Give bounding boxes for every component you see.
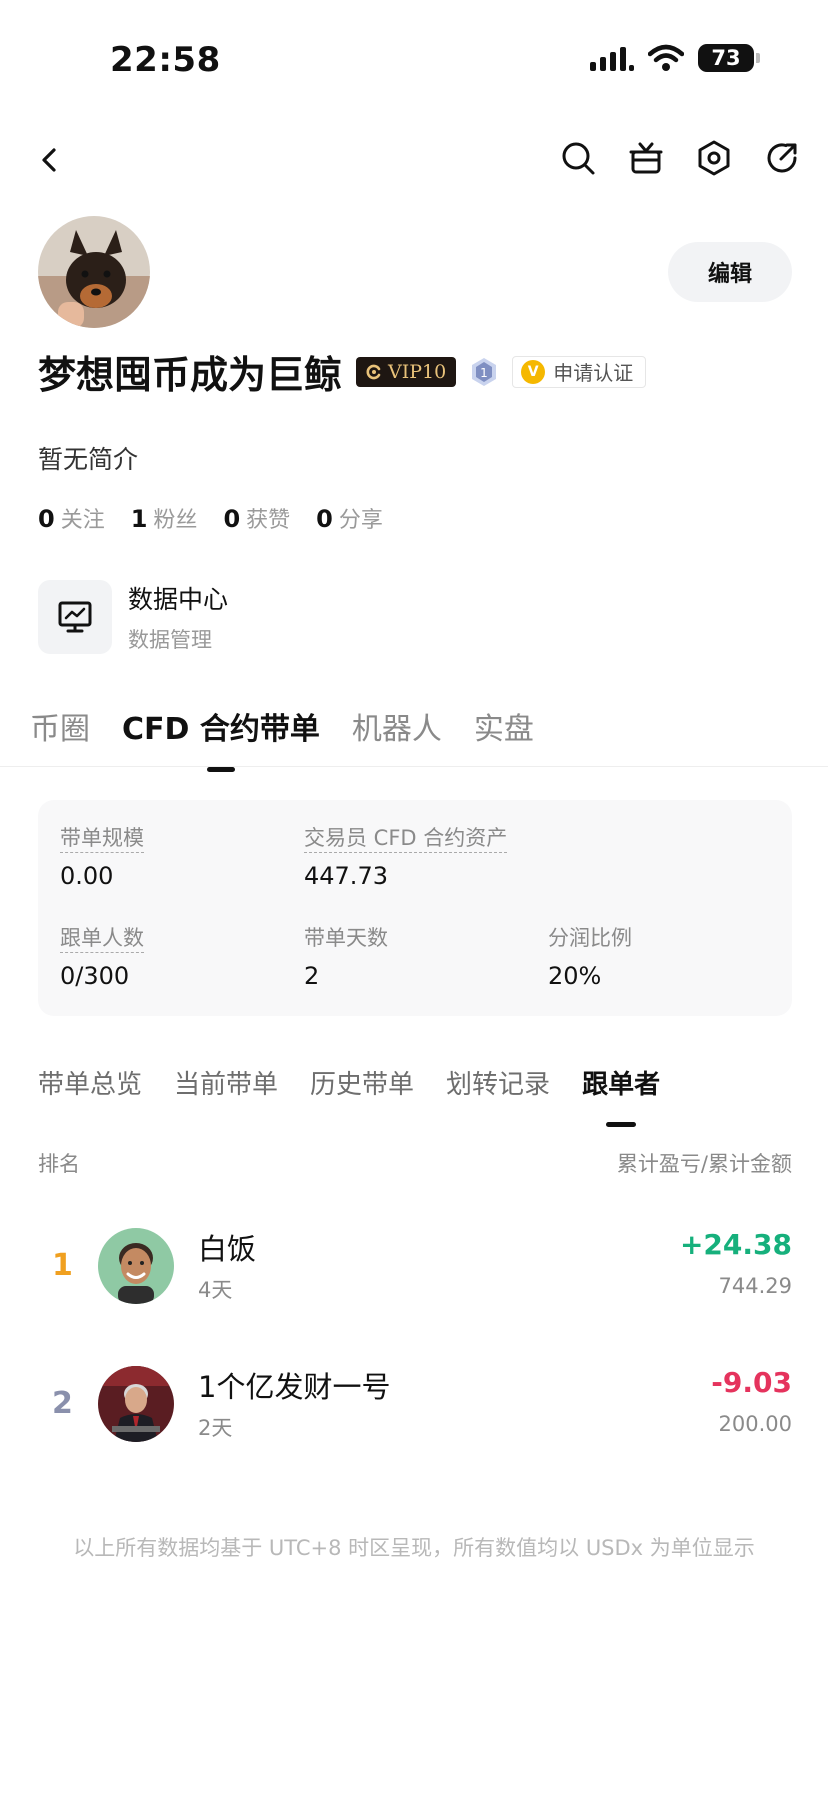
follower-name: 1个亿发财一号 bbox=[198, 1370, 391, 1404]
tab-current-orders[interactable]: 当前带单 bbox=[174, 1064, 278, 1127]
stat-label: 分享 bbox=[338, 508, 383, 533]
status-time: 22:58 bbox=[110, 40, 221, 80]
stat-value: 0 bbox=[38, 505, 55, 533]
timezone-footnote: 以上所有数据均基于 UTC+8 时区呈现，所有数值均以 USDx 为单位显示 bbox=[73, 1536, 755, 1560]
vip-label: VIP10 bbox=[388, 360, 447, 383]
summary-followers: 跟单人数 0/300 bbox=[60, 922, 144, 990]
stat-value: 1 bbox=[130, 505, 148, 533]
stat-label: 粉丝 bbox=[153, 508, 198, 533]
follower-photo bbox=[98, 1228, 174, 1304]
follower-row[interactable]: 1 白饭 4天 +24.38 744.29 bbox=[38, 1226, 792, 1306]
summary-profit-share: 分润比例 20% bbox=[548, 922, 632, 990]
tabs-divider bbox=[0, 766, 828, 767]
tab-overview[interactable]: 带单总览 bbox=[38, 1064, 142, 1127]
stat-following[interactable]: 0 关注 bbox=[38, 502, 105, 534]
summary-value: 2 bbox=[304, 962, 320, 990]
follower-amount: 200.00 bbox=[718, 1412, 792, 1436]
edit-profile-button[interactable]: 编辑 bbox=[668, 242, 792, 302]
dog-avatar-image bbox=[38, 216, 150, 328]
summary-days: 带单天数 2 bbox=[304, 922, 388, 990]
rank-number: 1 bbox=[52, 1248, 73, 1283]
summary-scale: 带单规模 0.00 bbox=[60, 822, 144, 890]
verify-label: 申请认证 bbox=[553, 361, 634, 385]
cellular-signal-icon bbox=[590, 45, 634, 71]
status-icons: 73 bbox=[590, 44, 760, 72]
gift-icon[interactable] bbox=[626, 138, 666, 178]
summary-value: 20% bbox=[548, 962, 602, 990]
stat-value: 0 bbox=[223, 505, 241, 533]
profile-avatar[interactable] bbox=[38, 216, 150, 328]
stat-likes[interactable]: 0 获赞 bbox=[223, 502, 290, 534]
summary-label: 带单天数 bbox=[304, 926, 388, 950]
summary-label[interactable]: 跟单人数 bbox=[60, 926, 144, 953]
stat-shares[interactable]: 0 分享 bbox=[316, 502, 383, 534]
vip-badge: VIP10 bbox=[356, 356, 457, 387]
summary-assets: 交易员 CFD 合约资产 447.73 bbox=[304, 822, 508, 890]
search-icon[interactable] bbox=[558, 138, 598, 178]
verify-button[interactable]: V 申请认证 bbox=[512, 355, 647, 388]
level-number: 1 bbox=[480, 366, 488, 380]
follower-photo bbox=[98, 1366, 174, 1442]
stat-label: 获赞 bbox=[246, 508, 291, 533]
sub-tabs: 带单总览 当前带单 历史带单 划转记录 跟单者 bbox=[38, 1064, 660, 1127]
main-tabs: 币圈 CFD 合约带单 机器人 实盘 bbox=[30, 704, 534, 772]
top-nav bbox=[0, 130, 828, 190]
username: 梦想囤币成为巨鲸 bbox=[38, 353, 343, 397]
tab-crypto-circle[interactable]: 币圈 bbox=[30, 704, 90, 772]
level-badge-icon: 1 bbox=[472, 357, 497, 386]
summary-value: 0.00 bbox=[60, 862, 114, 890]
stat-value: 0 bbox=[316, 505, 333, 533]
wifi-icon bbox=[648, 44, 684, 71]
rank-number: 2 bbox=[52, 1386, 73, 1421]
summary-label: 分润比例 bbox=[548, 926, 632, 950]
tab-bots[interactable]: 机器人 bbox=[352, 704, 442, 772]
nav-actions bbox=[558, 138, 802, 178]
back-arrow-icon[interactable] bbox=[30, 140, 70, 180]
follower-row[interactable]: 2 1个亿发财一号 2天 -9.03 200.00 bbox=[38, 1364, 792, 1444]
stat-fans[interactable]: 1 粉丝 bbox=[131, 502, 198, 534]
bio-text: 暂无简介 bbox=[38, 445, 139, 474]
follower-pnl: -9.03 bbox=[711, 1366, 792, 1399]
name-row: 梦想囤币成为巨鲸 VIP10 1 V 申请认证 bbox=[38, 344, 647, 399]
data-center-icon-box bbox=[38, 580, 112, 654]
follower-list-header: 排名 累计盈亏/累计金额 bbox=[38, 1148, 792, 1178]
tab-history-orders[interactable]: 历史带单 bbox=[310, 1064, 414, 1127]
follower-pnl: +24.38 bbox=[679, 1228, 792, 1261]
status-bar: 22:58 73 bbox=[0, 0, 828, 120]
verify-v-icon: V bbox=[521, 359, 546, 384]
follower-days: 4天 bbox=[198, 1278, 233, 1302]
vip-crown-icon bbox=[366, 364, 381, 379]
stat-label: 关注 bbox=[60, 508, 105, 533]
follower-days: 2天 bbox=[198, 1416, 233, 1440]
follower-name: 白饭 bbox=[198, 1232, 257, 1266]
summary-label[interactable]: 交易员 CFD 合约资产 bbox=[304, 826, 508, 853]
summary-value: 447.73 bbox=[304, 862, 388, 890]
follower-avatar bbox=[98, 1228, 174, 1304]
tab-live[interactable]: 实盘 bbox=[474, 704, 534, 772]
follower-amount: 744.29 bbox=[718, 1274, 792, 1298]
data-center-subtitle: 数据管理 bbox=[128, 628, 212, 652]
summary-label[interactable]: 带单规模 bbox=[60, 826, 144, 853]
settings-icon[interactable] bbox=[694, 138, 734, 178]
tab-followers[interactable]: 跟单者 bbox=[582, 1064, 660, 1127]
data-center-text: 数据中心 数据管理 bbox=[128, 580, 228, 654]
share-icon[interactable] bbox=[762, 138, 802, 178]
profile-stats: 0 关注 1 粉丝 0 获赞 0 分享 bbox=[38, 502, 383, 534]
monitor-chart-icon bbox=[58, 601, 92, 633]
battery-icon: 73 bbox=[698, 44, 760, 72]
data-center-entry[interactable]: 数据中心 数据管理 bbox=[38, 580, 228, 654]
data-center-title: 数据中心 bbox=[128, 585, 229, 614]
follower-avatar bbox=[98, 1366, 174, 1442]
pnl-header: 累计盈亏/累计金额 bbox=[616, 1152, 792, 1176]
summary-value: 0/300 bbox=[60, 962, 130, 990]
tab-transfer-records[interactable]: 划转记录 bbox=[446, 1064, 550, 1127]
copy-trading-summary-card: 带单规模 0.00 交易员 CFD 合约资产 447.73 跟单人数 0/300… bbox=[38, 800, 792, 1016]
rank-header: 排名 bbox=[38, 1152, 80, 1176]
tab-cfd-copy-trading[interactable]: CFD 合约带单 bbox=[122, 704, 320, 772]
